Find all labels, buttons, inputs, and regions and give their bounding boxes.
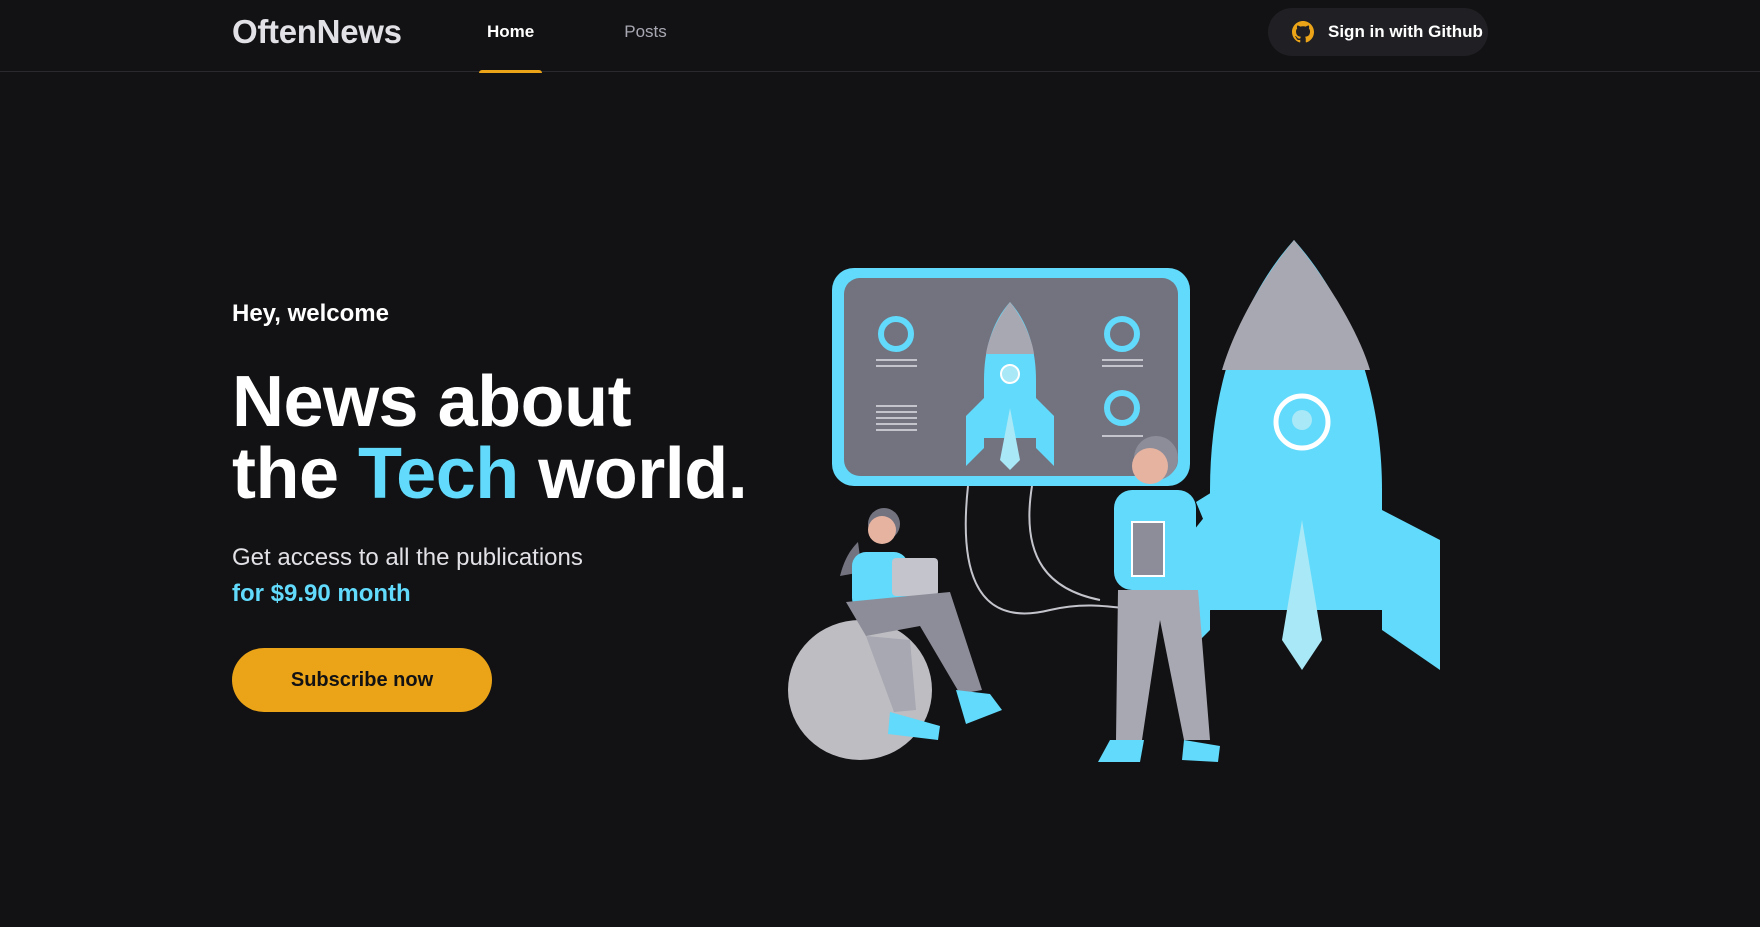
- hero-title-post: world.: [538, 434, 748, 514]
- subscribe-button[interactable]: Subscribe now: [232, 648, 492, 712]
- hero-greeting: Hey, welcome: [232, 300, 389, 327]
- signin-label: Sign in with Github: [1328, 22, 1483, 41]
- nav-link-home[interactable]: Home: [479, 0, 543, 73]
- top-header: OftenNews Home Posts Sign in with Github: [0, 0, 1760, 73]
- github-icon: [1292, 21, 1314, 43]
- hero-title-accent: Tech: [358, 434, 519, 514]
- nav-link-posts[interactable]: Posts: [616, 0, 675, 72]
- hero-title: News about the Tech world.: [232, 366, 748, 510]
- hero-title-pre: the: [232, 434, 339, 514]
- logo[interactable]: OftenNews: [232, 13, 402, 51]
- hero-price: for $9.90 month: [232, 580, 411, 607]
- hero-illustration: [788, 240, 1440, 762]
- signin-github-button[interactable]: Sign in with Github: [1268, 8, 1488, 56]
- rocket-graphic: [1170, 240, 1440, 670]
- hero-subtitle-text: Get access to all the publications: [232, 544, 583, 571]
- hero-subtitle: Get access to all the publications for $…: [232, 540, 583, 612]
- hero-title-line1: News about: [232, 362, 632, 442]
- main-nav: Home Posts: [479, 0, 749, 73]
